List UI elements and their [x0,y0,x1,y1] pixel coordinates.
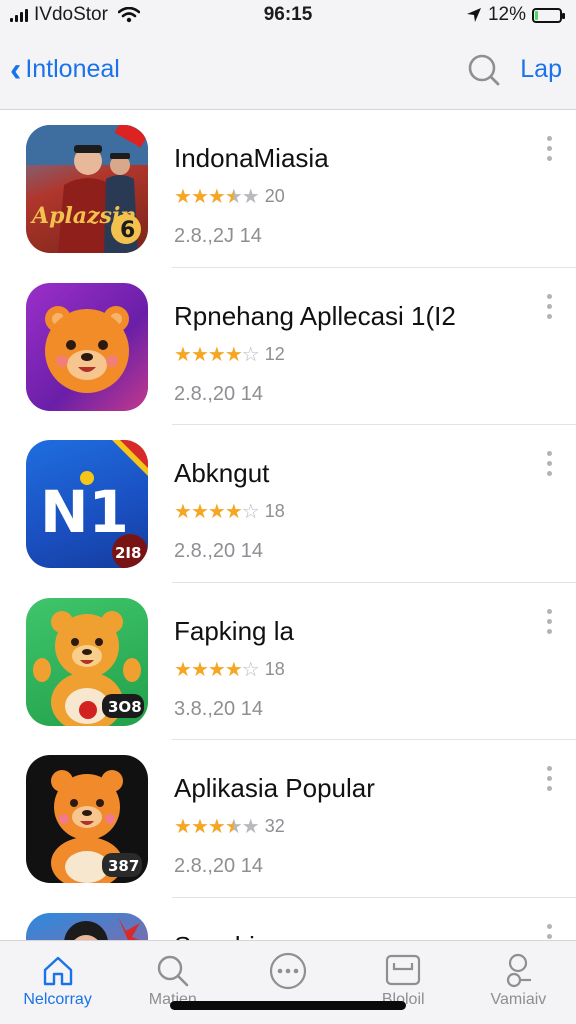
app-title: Fapking la [174,615,294,646]
more-vertical-icon[interactable] [544,608,554,634]
app-meta: 2.8.,20 14 [174,855,263,877]
star-icon: ★ [174,658,192,681]
svg-text:3O8: 3O8 [108,698,142,716]
app-meta: 2.8.,2J 14 [174,225,262,247]
battery-percent: 12% [487,4,526,25]
back-label: Intloneal [25,55,120,83]
star-icon: ★ [174,343,192,366]
signal-icon [10,8,28,22]
app-title: IndonaMiasia [174,143,329,173]
star-icon: ★ [190,186,209,208]
star-empty-icon: ☆ [241,501,260,523]
half-star-icon: ★ [224,816,243,838]
more-vertical-icon[interactable] [544,766,554,791]
search-icon [157,955,189,987]
tab-home[interactable]: Nelcorray [0,941,115,1024]
rating-count: 18 [264,501,285,521]
svg-text:2I8: 2I8 [115,544,141,562]
tab-bar: Nelcorray Matien Bloloil Vamiaiv [0,940,576,1024]
star-icon: ★ [207,343,226,366]
star-icon: ★ [190,343,209,366]
rating-count: 32 [264,816,285,836]
list-item[interactable]: N1 2I8 Abkngut ★★★★☆ 18 2.8.,20 14 [0,425,576,583]
more-vertical-icon[interactable] [544,136,554,161]
tab-tray[interactable]: Bloloil [346,941,461,1024]
more-vertical-icon[interactable] [544,923,554,941]
location-arrow-icon [466,8,481,22]
star-icon: ★ [224,343,243,366]
lap-button[interactable]: Lap [520,55,562,84]
app-meta: 3.8.,20 14 [174,697,263,720]
navigation-bar: ‹ Intloneal Lap [0,30,576,110]
app-title: Aplikasia Popular [174,773,375,803]
rating-stars: ★★★★☆ 18 [174,657,576,682]
bear-dark-icon: 387 [26,755,148,883]
status-bar: IVdoStor 96:15 12% [0,0,576,30]
app-list: Aplazsin 6 IndonaMiasia ★★★★★ 20 2.8.,2J … [0,110,576,940]
home-indicator [170,1001,406,1010]
star-icon: ★ [190,501,209,523]
star-icon: ★ [174,816,192,838]
star-icon: ★ [190,816,209,838]
list-item[interactable]: 387 Aplikasia Popular ★★★★★ 32 2.8.,20 14 [0,740,576,898]
home-icon [43,956,72,986]
list-item[interactable]: Rpnehang Apllecasi 1(I2 ★★★★☆ 12 2.8.,20 … [0,268,576,425]
rating-stars: ★★★★★ 32 [174,814,576,839]
wifi-icon [117,7,140,23]
bear-waving-icon: 3O8 [26,597,148,726]
search-icon[interactable] [466,52,502,88]
rating-count: 20 [264,186,285,206]
rating-stars: ★★★★☆ 12 [174,342,576,367]
app-meta: 2.8.,20 14 [174,540,263,562]
person-icon [507,953,532,988]
carrier-name: IVdoStor [34,4,108,25]
tab-profile[interactable]: Vamiaiv [461,941,576,1024]
chevron-left-icon: ‹ [10,50,22,89]
rating-stars: ★★★★☆ 18 [174,499,576,524]
star-empty-icon: ☆ [241,658,260,681]
app-title: Abkngut [174,458,270,488]
app-meta: 2.8.,20 14 [174,382,263,405]
star-icon: ★ [207,501,226,523]
star-icon: ★ [207,816,226,838]
star-icon: ★ [224,501,243,523]
tab-search[interactable]: Matien [115,941,230,1024]
svg-text:N1: N1 [40,478,129,546]
tray-icon [386,954,421,986]
star-empty-icon: ★ [241,816,260,838]
list-item[interactable]: 3O8 Fapking la ★★★★☆ 18 3.8.,20 14 [0,583,576,740]
partial-app-icon [26,912,148,940]
star-icon: ★ [224,658,243,681]
more-vertical-icon[interactable] [544,451,554,476]
list-item[interactable]: Aplazsin 6 IndonaMiasia ★★★★★ 20 2.8.,2J … [0,110,576,268]
app-icon-poster: Aplazsin 6 [26,125,148,253]
tab-more[interactable] [230,941,345,1024]
back-button[interactable]: ‹ Intloneal [10,53,120,87]
app-title: Sanphine [174,931,576,941]
rating-stars: ★★★★★ 20 [174,184,576,209]
star-icon: ★ [207,186,226,208]
more-vertical-icon[interactable] [544,293,554,319]
app-title: Rpnehang Apllecasi 1(I2 [174,300,456,331]
tab-label: Vamiaiv [490,991,547,1008]
star-icon: ★ [174,186,192,208]
star-empty-icon: ★ [241,186,260,208]
star-icon: ★ [174,501,192,523]
half-star-icon: ★ [224,186,243,208]
rating-count: 18 [264,658,285,679]
rating-count: 12 [264,343,285,364]
svg-text:6: 6 [120,218,135,243]
n1-logo-icon: N1 2I8 [26,440,148,568]
battery-icon [532,7,565,23]
tab-label: Nelcorray [23,991,92,1008]
list-item[interactable]: Sanphine [0,898,576,941]
star-empty-icon: ☆ [241,343,260,366]
svg-text:387: 387 [108,857,139,875]
bear-face-icon [26,282,148,411]
more-circle-icon [269,952,307,990]
star-icon: ★ [207,658,226,681]
star-icon: ★ [190,658,209,681]
